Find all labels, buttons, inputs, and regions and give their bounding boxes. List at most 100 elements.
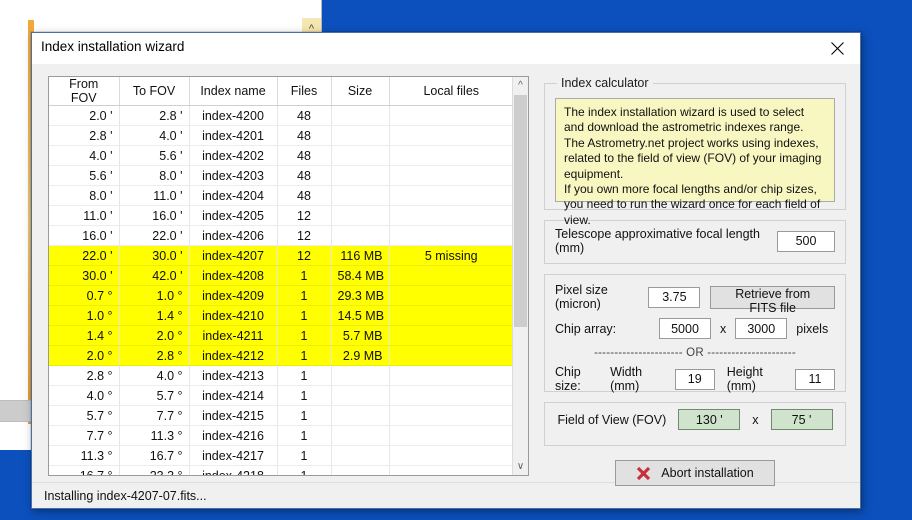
cell-index-name: index-4212 (189, 345, 278, 366)
cell-local-files (389, 465, 512, 475)
table-row[interactable]: 11.0 ' 16.0 ' index-4205 12 (49, 205, 512, 226)
table-row[interactable]: 16.0 ' 22.0 ' index-4206 12 (49, 225, 512, 246)
cell-size: 5.7 MB (331, 325, 390, 346)
cell-local-files (389, 185, 512, 206)
focal-length-input[interactable] (777, 230, 835, 252)
table-row[interactable]: 1.0 ° 1.4 ° index-4210 1 14.5 MB (49, 305, 512, 326)
cell-files: 1 (277, 405, 332, 426)
cell-from-fov: 1.4 ° (49, 325, 120, 346)
table-row[interactable]: 2.0 ' 2.8 ' index-4200 48 (49, 105, 512, 126)
cell-to-fov: 5.6 ' (119, 145, 190, 166)
cell-to-fov: 11.0 ' (119, 185, 190, 206)
table-row[interactable]: 16.7 °23.3 °index-42181 (49, 465, 512, 475)
cell-files: 48 (277, 185, 332, 206)
cell-files: 1 (277, 425, 332, 446)
cell-index-name: index-4202 (189, 145, 278, 166)
table-row[interactable]: 1.4 ° 2.0 ° index-4211 1 5.7 MB (49, 325, 512, 346)
chip-array-height-input[interactable] (735, 318, 788, 339)
column-header-from-fov[interactable]: From FOV (49, 77, 120, 106)
cell-index-name: index-4205 (189, 205, 278, 226)
cell-to-fov: 11.3 ° (119, 425, 190, 446)
retrieve-from-fits-button[interactable]: Retrieve from FITS file (710, 285, 835, 315)
cell-size: 2.9 MB (331, 345, 390, 366)
index-table: From FOV To FOV Index name Files Size Lo… (49, 77, 512, 475)
cell-local-files (389, 405, 512, 426)
cell-from-fov: 2.0 ° (49, 345, 120, 366)
cell-from-fov: 2.0 ' (49, 105, 120, 126)
index-table-scrollbar[interactable]: ^ ∨ (512, 77, 528, 475)
column-header-size[interactable]: Size (331, 77, 390, 106)
cell-files: 48 (277, 125, 332, 146)
table-row[interactable]: 5.6 ' 8.0 ' index-4203 48 (49, 165, 512, 186)
index-installation-wizard-dialog: Index installation wizard From FOV To FO… (31, 32, 861, 509)
table-row[interactable]: 4.0 ° 5.7 ° index-4214 1 (49, 385, 512, 406)
cell-to-fov: 2.8 ° (119, 345, 190, 366)
chip-array-width-input[interactable] (659, 318, 711, 339)
table-row[interactable]: 2.0 ° 2.8 ° index-4212 1 2.9 MB (49, 345, 512, 366)
cell-local-files (389, 345, 512, 366)
column-header-index-name[interactable]: Index name (189, 77, 278, 106)
cell-size: 58.4 MB (331, 265, 390, 286)
table-row[interactable]: 4.0 ' 5.6 ' index-4202 48 (49, 145, 512, 166)
cell-from-fov: 16.0 ' (49, 225, 120, 246)
scrollbar-thumb[interactable] (514, 95, 527, 327)
dialog-titlebar[interactable]: Index installation wizard (32, 33, 860, 64)
cell-index-name: index-4209 (189, 285, 278, 306)
abort-installation-button[interactable]: Abort installation (615, 460, 775, 486)
cell-from-fov: 8.0 ' (49, 185, 120, 206)
table-row[interactable]: 2.8 ° 4.0 ° index-4213 1 (49, 365, 512, 386)
fov-height-input[interactable] (770, 409, 833, 430)
cell-size: 116 MB (331, 245, 390, 266)
status-bar-text: Installing index-4207-07.fits... (44, 488, 207, 503)
cell-from-fov: 22.0 ' (49, 245, 120, 266)
index-table-body: 2.0 ' 2.8 ' index-4200 48 2.8 ' 4.0 ' index-42… (49, 105, 512, 475)
column-header-local-files[interactable]: Local files (389, 77, 512, 106)
cell-from-fov: 4.0 ° (49, 385, 120, 406)
fov-width-input[interactable] (678, 409, 741, 430)
index-calculator-group: Index calculator The index installation … (544, 76, 846, 227)
cell-files: 48 (277, 105, 332, 126)
cell-size (331, 145, 390, 166)
cell-to-fov: 16.7 ° (119, 445, 190, 466)
pixel-size-input[interactable] (648, 286, 701, 308)
scroll-up-arrow-icon[interactable]: ^ (513, 77, 528, 94)
cell-to-fov: 2.0 ° (119, 325, 190, 346)
cell-local-files (389, 425, 512, 446)
cell-index-name: index-4204 (189, 185, 278, 206)
chip-width-input[interactable] (674, 368, 715, 390)
table-row[interactable]: 8.0 ' 11.0 ' index-4204 48 (49, 185, 512, 206)
cell-index-name: index-4216 (189, 425, 278, 446)
column-header-files[interactable]: Files (277, 77, 332, 106)
cell-to-fov: 16.0 ' (119, 205, 190, 226)
cell-from-fov: 4.0 ' (49, 145, 120, 166)
dialog-title: Index installation wizard (41, 39, 185, 54)
table-row[interactable]: 30.0 ' 42.0 ' index-4208 1 58.4 MB (49, 265, 512, 286)
column-header-to-fov[interactable]: To FOV (119, 77, 190, 106)
table-row[interactable]: 5.7 ° 7.7 ° index-4215 1 (49, 405, 512, 426)
cell-files: 1 (277, 445, 332, 466)
cell-files: 1 (277, 265, 332, 286)
table-row[interactable]: 22.0 ' 30.0 ' index-4207 12 116 MB 5 missing (49, 245, 512, 266)
table-row[interactable]: 11.3 ° 16.7 ° index-4217 1 (49, 445, 512, 466)
cell-files: 1 (277, 325, 332, 346)
cell-size (331, 185, 390, 206)
chip-height-input[interactable] (795, 368, 835, 390)
info-text-box: The index installation wizard is used to… (555, 98, 835, 227)
close-button[interactable] (815, 33, 860, 63)
table-row[interactable]: 2.8 ' 4.0 ' index-4201 48 (49, 125, 512, 146)
scroll-down-arrow-icon[interactable]: ∨ (513, 458, 528, 475)
table-row[interactable]: 0.7 ° 1.0 ° index-4209 1 29.3 MB (49, 285, 512, 306)
cell-local-files (389, 285, 512, 306)
table-row[interactable]: 7.7 ° 11.3 ° index-4216 1 (49, 425, 512, 446)
cell-files: 1 (277, 385, 332, 406)
dialog-body: From FOV To FOV Index name Files Size Lo… (32, 64, 860, 486)
cell-files: 1 (277, 345, 332, 366)
cell-size (331, 165, 390, 186)
cell-index-name: index-4203 (189, 165, 278, 186)
chip-height-label: Height (mm) (726, 365, 763, 393)
cell-size: 29.3 MB (331, 285, 390, 306)
cell-to-fov: 42.0 ' (119, 265, 190, 286)
cell-size (331, 445, 390, 466)
cell-local-files (389, 265, 512, 286)
cell-index-name: index-4207 (189, 245, 278, 266)
